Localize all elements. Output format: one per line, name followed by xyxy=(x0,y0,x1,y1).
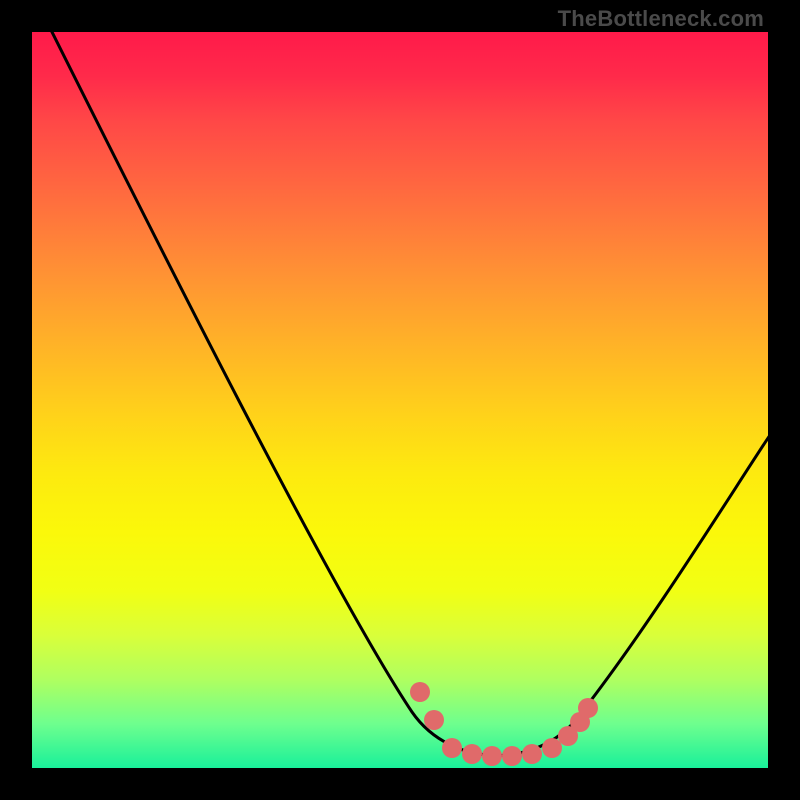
curve-marker xyxy=(424,710,444,730)
watermark-text: TheBottleneck.com xyxy=(558,6,764,32)
curve-marker xyxy=(502,746,522,766)
curve-marker xyxy=(578,698,598,718)
curve-marker xyxy=(482,746,502,766)
curve-marker xyxy=(410,682,430,702)
curve-marker xyxy=(522,744,542,764)
curve-marker xyxy=(542,738,562,758)
marker-group xyxy=(410,682,598,766)
curve-marker xyxy=(462,744,482,764)
plot-area xyxy=(32,32,768,768)
bottleneck-curve xyxy=(42,32,768,756)
chart-frame: TheBottleneck.com xyxy=(0,0,800,800)
curve-layer xyxy=(32,32,768,768)
curve-marker xyxy=(442,738,462,758)
